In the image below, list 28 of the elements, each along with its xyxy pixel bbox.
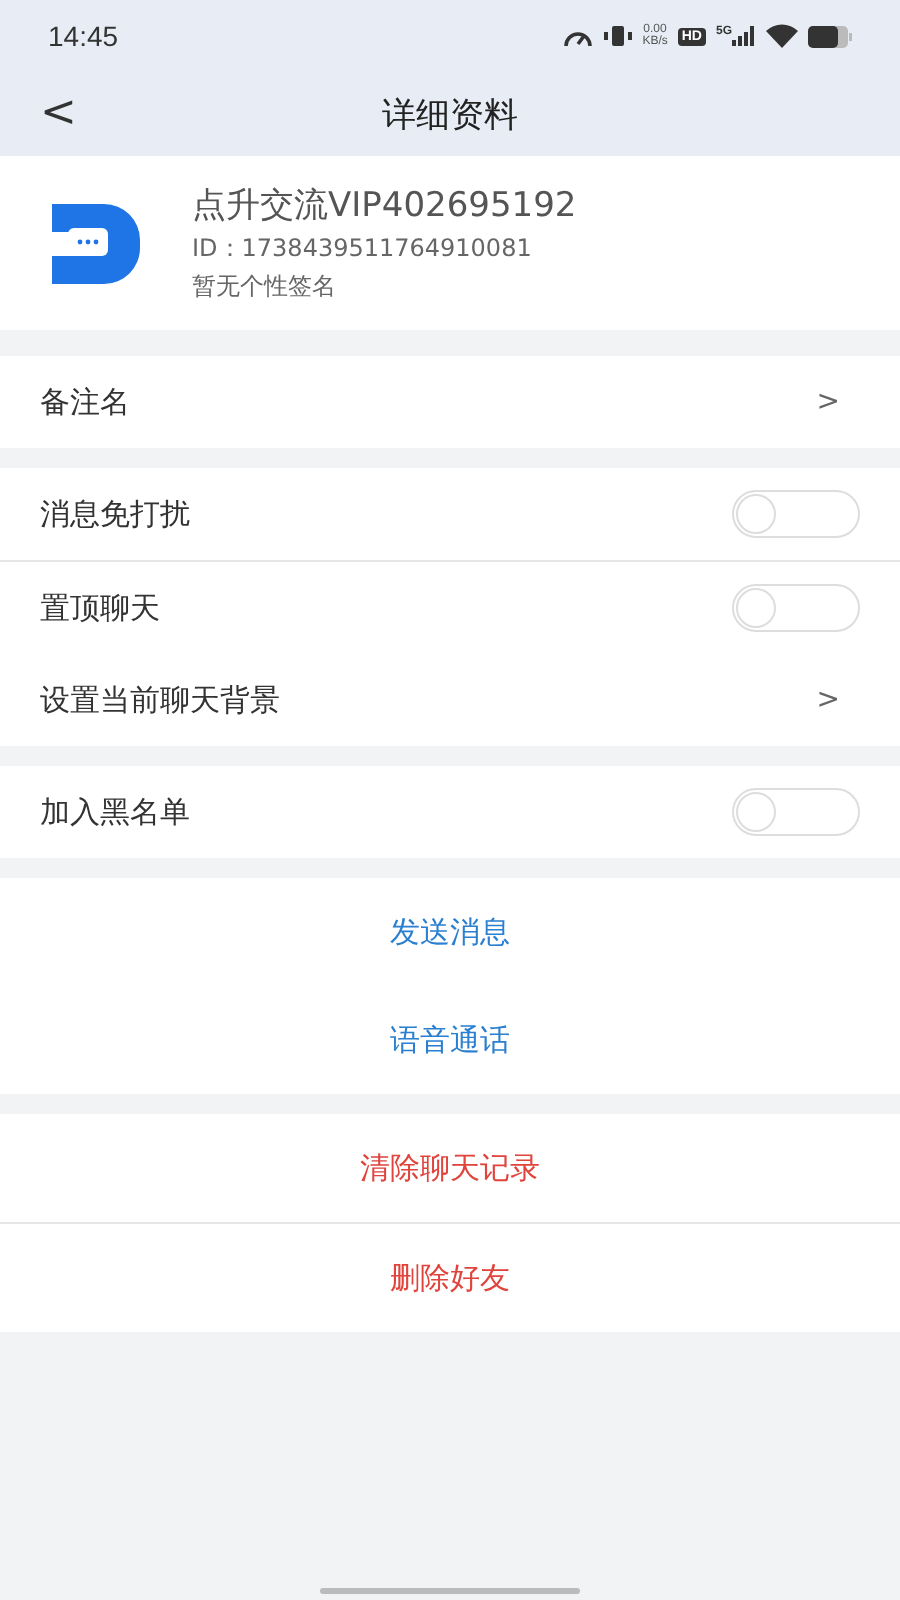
back-button[interactable]: < (28, 84, 89, 142)
page-title: 详细资料 (382, 93, 518, 137)
signal-icon (732, 26, 756, 46)
toggle-switch[interactable] (732, 584, 860, 632)
wifi-icon (766, 24, 798, 48)
avatar-logo-icon (52, 199, 140, 287)
row-label: 加入黑名单 (40, 793, 190, 831)
chevron-icon: > (816, 386, 860, 418)
status-time: 14:45 (48, 20, 119, 52)
action-button[interactable]: 删除好友 (374, 1251, 526, 1305)
row-label: 置顶聊天 (40, 589, 160, 627)
profile-name: 点升交流VIP402695192 (192, 184, 577, 228)
settings-row[interactable]: 备注名 > (0, 356, 900, 448)
home-indicator[interactable] (320, 1588, 580, 1594)
toggle-switch[interactable] (732, 490, 860, 538)
action-button[interactable]: 清除聊天记录 (344, 1141, 556, 1195)
row-label: 消息免打扰 (40, 495, 190, 533)
settings-row[interactable]: 设置当前聊天背景 > (0, 654, 900, 746)
battery-icon (808, 25, 852, 47)
action-button[interactable]: 语音通话 (374, 1013, 526, 1067)
action-button[interactable]: 发送消息 (374, 905, 526, 959)
toggle-switch[interactable] (732, 788, 860, 836)
row-label: 备注名 (40, 383, 130, 421)
chevron-icon: > (816, 684, 860, 716)
row-label: 设置当前聊天背景 (40, 681, 280, 719)
profile-signature: 暂无个性签名 (192, 270, 338, 304)
profile-id: ID：1738439511764910081 (192, 232, 534, 266)
vibrate-icon (604, 24, 633, 48)
